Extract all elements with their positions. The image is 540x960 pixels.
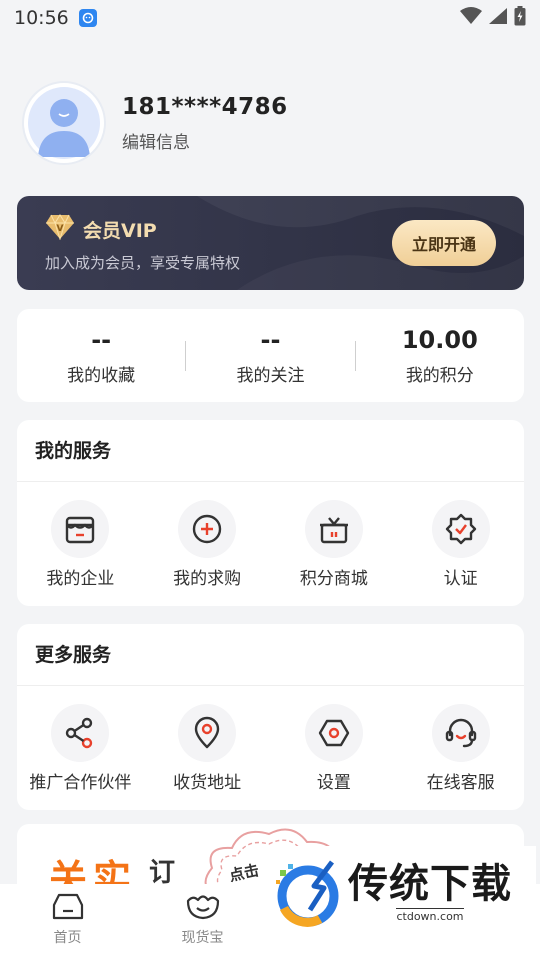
status-bar: 10:56 xyxy=(0,0,540,36)
battery-icon xyxy=(514,6,526,30)
tab-label: 现货宝 xyxy=(181,930,224,946)
stat-following[interactable]: -- 我的关注 xyxy=(186,325,354,386)
stat-value: -- xyxy=(91,326,112,354)
verified-badge-icon xyxy=(431,500,490,558)
stat-value: 10.00 xyxy=(401,326,478,354)
service-online-support[interactable]: 在线客服 xyxy=(397,704,524,793)
settings-hexagon-icon xyxy=(304,704,363,762)
service-points-mall[interactable]: 积分商城 xyxy=(271,500,398,589)
service-verification[interactable]: 认证 xyxy=(397,500,524,589)
user-phone: 181****4786 xyxy=(122,93,288,120)
wifi-icon xyxy=(460,7,482,29)
tab-label: 首页 xyxy=(53,930,82,946)
svg-text:V: V xyxy=(57,224,64,234)
treasure-icon xyxy=(185,891,221,925)
service-my-request[interactable]: 我的求购 xyxy=(144,500,271,589)
service-promote-partner[interactable]: 推广合作伙伴 xyxy=(17,704,144,793)
watermark-title: 传统下载 xyxy=(348,860,512,907)
status-time: 10:56 xyxy=(14,7,69,29)
share-icon xyxy=(51,704,110,762)
stat-label: 我的关注 xyxy=(236,366,305,386)
headset-icon xyxy=(431,704,490,762)
avatar[interactable] xyxy=(22,81,106,165)
stats-card: -- 我的收藏 -- 我的关注 10.00 我的积分 xyxy=(17,309,524,402)
service-my-company[interactable]: 我的企业 xyxy=(17,500,144,589)
service-shipping-address[interactable]: 收货地址 xyxy=(144,704,271,793)
vip-card[interactable]: V 会员VIP 加入成为会员，享受专属特权 立即开通 xyxy=(17,196,524,290)
store-icon xyxy=(51,500,110,558)
service-label: 认证 xyxy=(443,569,478,589)
stat-label: 我的收藏 xyxy=(67,366,136,386)
plus-circle-icon xyxy=(178,500,237,558)
home-icon xyxy=(51,891,85,925)
edit-info-link[interactable]: 编辑信息 xyxy=(122,128,288,153)
service-label: 收货地址 xyxy=(173,773,242,793)
stat-label: 我的积分 xyxy=(405,366,474,386)
diamond-vip-icon: V xyxy=(45,214,75,244)
service-label: 在线客服 xyxy=(426,773,495,793)
service-label: 我的企业 xyxy=(46,569,115,589)
stat-points[interactable]: 10.00 我的积分 xyxy=(356,325,524,386)
vip-subtitle: 加入成为会员，享受专属特权 xyxy=(45,254,241,272)
watermark-logo-icon xyxy=(276,860,339,927)
my-services-card: 我的服务 我的企业 我的求购 积分商城 认证 xyxy=(17,420,524,606)
section-title: 更多服务 xyxy=(17,624,524,686)
app-notification-icon xyxy=(78,9,97,27)
service-label: 积分商城 xyxy=(299,569,368,589)
stat-value: -- xyxy=(260,326,281,354)
tab-spot-treasure[interactable]: 现货宝 xyxy=(135,884,270,960)
stat-favorites[interactable]: -- 我的收藏 xyxy=(17,325,185,386)
service-label: 我的求购 xyxy=(173,569,242,589)
more-services-card: 更多服务 推广合作伙伴 收货地址 设置 在线客服 xyxy=(17,624,524,810)
vip-title: 会员VIP xyxy=(83,219,157,242)
signal-icon xyxy=(488,7,508,29)
profile-header[interactable]: 181****4786 编辑信息 xyxy=(22,80,522,166)
open-vip-button[interactable]: 立即开通 xyxy=(392,220,496,266)
service-settings[interactable]: 设置 xyxy=(271,704,398,793)
service-label: 设置 xyxy=(316,773,351,793)
tab-home[interactable]: 首页 xyxy=(0,884,135,960)
location-pin-icon xyxy=(178,704,237,762)
service-label: 推广合作伙伴 xyxy=(29,773,132,793)
watermark-url: ctdown.com xyxy=(396,907,464,923)
section-title: 我的服务 xyxy=(17,420,524,482)
gift-icon xyxy=(304,500,363,558)
watermark: 传统下载 ctdown.com xyxy=(266,846,536,938)
